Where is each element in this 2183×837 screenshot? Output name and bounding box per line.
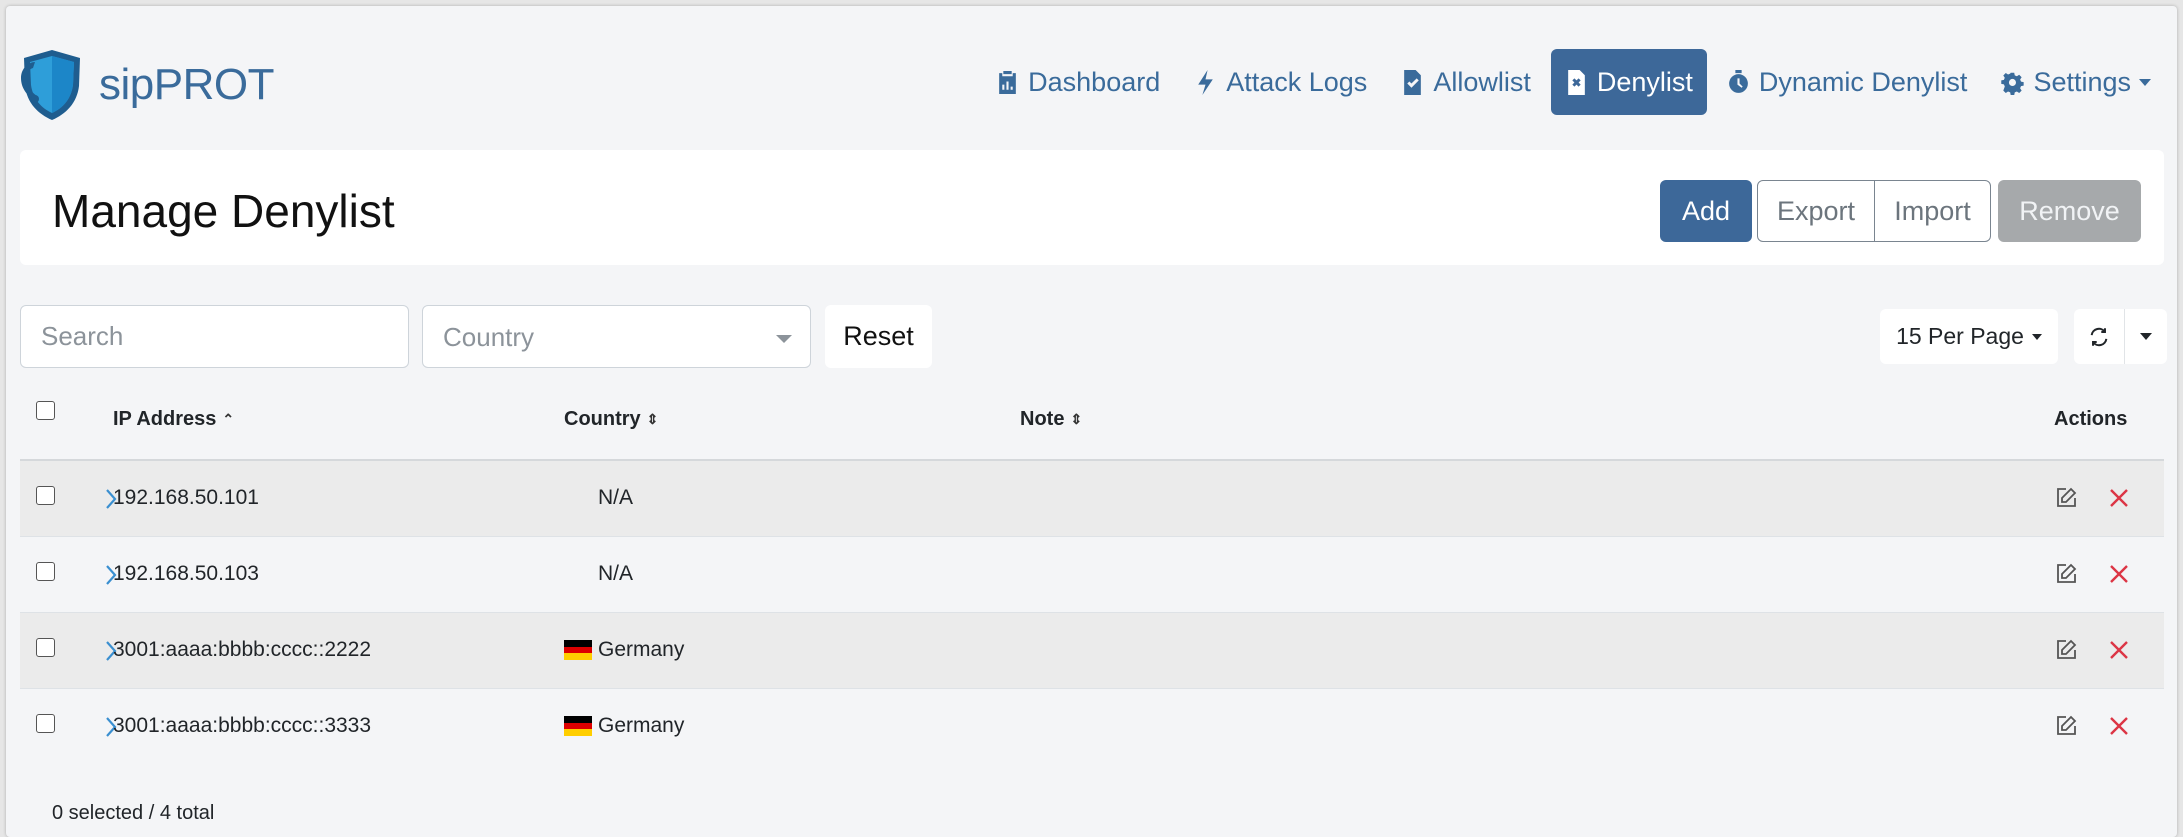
column-country-label: Country <box>564 408 641 430</box>
select-all-checkbox[interactable] <box>36 401 55 420</box>
bolt-icon <box>1198 69 1214 95</box>
table-row: 3001:aaaa:bbbb:cccc::2222 Germany <box>20 613 2164 689</box>
table-header: IP Address ⌃ Country ⇕ Note ⇕ Actions <box>20 384 2164 461</box>
file-x-icon <box>1568 69 1585 95</box>
chevron-down-icon <box>2139 78 2151 86</box>
country-cell-wrap: Germany <box>564 714 684 738</box>
export-button[interactable]: Export <box>1757 180 1875 242</box>
brand-name: sipPROT <box>99 60 274 109</box>
add-button[interactable]: Add <box>1660 180 1752 242</box>
nav-allowlist[interactable]: Allowlist <box>1387 49 1545 115</box>
chevron-down-icon <box>2031 333 2042 340</box>
page-header-card: Manage Denylist Add Export Import Remove <box>20 150 2164 265</box>
nav-denylist[interactable]: Denylist <box>1550 49 1707 115</box>
ip-address-cell: 192.168.50.101 <box>113 486 259 509</box>
sort-asc-icon: ⌃ <box>222 411 235 427</box>
selection-summary: 0 selected / 4 total <box>52 802 215 824</box>
column-ip-address-label: IP Address <box>113 408 217 430</box>
nav-attack-logs-label: Attack Logs <box>1226 66 1368 97</box>
table-row: 192.168.50.101 N/A <box>20 461 2164 537</box>
sort-icon: ⇕ <box>1070 411 1083 427</box>
ip-address-cell: 3001:aaaa:bbbb:cccc::2222 <box>113 638 372 661</box>
nav-settings-label: Settings <box>2033 66 2131 97</box>
nav-dynamic-denylist-label: Dynamic Denylist <box>1758 66 1968 97</box>
country-cell: Germany <box>598 638 685 661</box>
row-checkbox[interactable] <box>36 714 55 733</box>
app-window: sipPROT Dashboard Attack Logs Allowlist <box>6 6 2177 837</box>
country-cell: Germany <box>598 714 685 737</box>
refresh-options-dropdown[interactable] <box>2125 309 2167 364</box>
country-select[interactable]: Country <box>422 305 811 368</box>
import-button[interactable]: Import <box>1874 180 1991 242</box>
edit-icon[interactable] <box>2054 714 2078 738</box>
refresh-icon <box>2090 327 2108 346</box>
refresh-button-group <box>2074 309 2167 364</box>
nav-attack-logs[interactable]: Attack Logs <box>1180 49 1381 115</box>
column-actions-label: Actions <box>2054 408 2128 430</box>
per-page-label: 15 Per Page <box>1896 323 2024 349</box>
top-navbar: sipPROT Dashboard Attack Logs Allowlist <box>6 6 2177 156</box>
row-checkbox[interactable] <box>36 486 55 505</box>
country-select-placeholder: Country <box>443 322 535 352</box>
edit-icon[interactable] <box>2054 486 2078 510</box>
nav-dashboard-label: Dashboard <box>1028 66 1161 97</box>
per-page-dropdown[interactable]: 15 Per Page <box>1880 309 2058 364</box>
delete-icon[interactable] <box>2107 562 2131 586</box>
nav-dynamic-denylist[interactable]: Dynamic Denylist <box>1713 49 1982 115</box>
table-row: 192.168.50.103 N/A <box>20 537 2164 613</box>
nav-denylist-label: Denylist <box>1596 66 1693 97</box>
column-actions: Actions <box>2054 408 2127 431</box>
ip-address-cell: 3001:aaaa:bbbb:cccc::3333 <box>113 714 372 737</box>
nav-settings[interactable]: Settings <box>1987 49 2165 115</box>
file-check-icon <box>1404 69 1422 95</box>
chevron-down-icon <box>776 335 792 343</box>
page-title: Manage Denylist <box>52 185 395 237</box>
column-note-label: Note <box>1020 408 1065 430</box>
refresh-button[interactable] <box>2074 309 2124 364</box>
germany-flag-icon <box>564 716 592 736</box>
stopwatch-icon <box>1729 69 1748 93</box>
remove-button[interactable]: Remove <box>1998 180 2141 242</box>
delete-icon[interactable] <box>2107 714 2131 738</box>
delete-icon[interactable] <box>2107 638 2131 662</box>
column-note[interactable]: Note ⇕ <box>1020 408 1082 431</box>
country-cell-wrap: Germany <box>564 638 684 662</box>
edit-icon[interactable] <box>2054 638 2078 662</box>
edit-icon[interactable] <box>2054 562 2078 586</box>
country-cell: N/A <box>598 562 634 585</box>
table-row: 3001:aaaa:bbbb:cccc::3333 Germany <box>20 689 2164 764</box>
brand[interactable]: sipPROT <box>19 48 274 122</box>
row-checkbox[interactable] <box>36 562 55 581</box>
germany-flag-icon <box>564 640 592 660</box>
row-checkbox[interactable] <box>36 638 55 657</box>
column-country[interactable]: Country ⇕ <box>564 408 658 431</box>
country-cell: N/A <box>598 486 634 509</box>
clipboard-chart-icon <box>999 70 1016 94</box>
search-input[interactable] <box>20 305 409 368</box>
nav-allowlist-label: Allowlist <box>1433 66 1531 97</box>
reset-button[interactable]: Reset <box>825 305 932 368</box>
gear-icon <box>2001 72 2025 95</box>
shield-logo-icon <box>21 50 80 120</box>
delete-icon[interactable] <box>2107 486 2131 510</box>
sort-icon: ⇕ <box>646 411 659 427</box>
nav-dashboard[interactable]: Dashboard <box>982 49 1174 115</box>
main-nav: Dashboard Attack Logs Allowlist Denylist <box>976 49 2165 115</box>
column-ip-address[interactable]: IP Address ⌃ <box>113 408 234 431</box>
chevron-down-icon <box>2140 333 2152 340</box>
ip-address-cell: 192.168.50.103 <box>113 562 259 585</box>
